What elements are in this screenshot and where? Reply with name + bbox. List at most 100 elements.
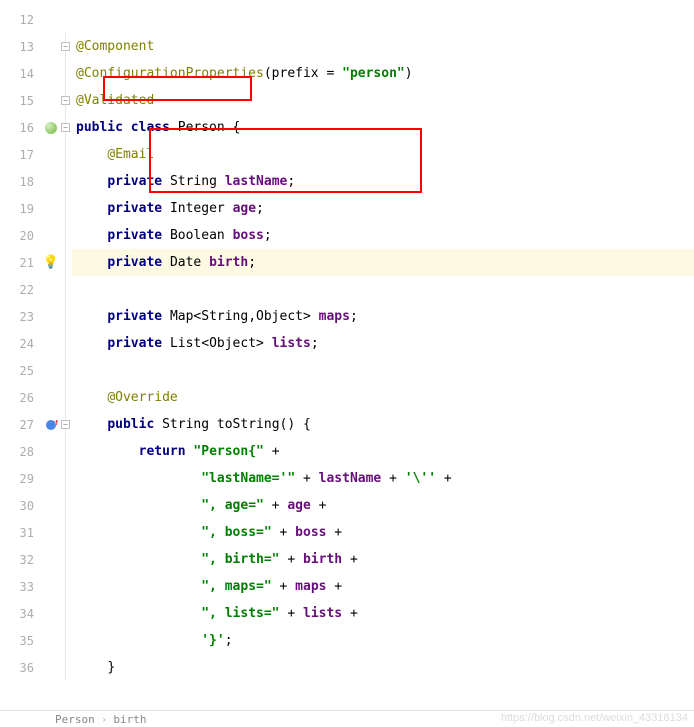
fold-cell xyxy=(60,492,72,519)
code-line[interactable]: "lastName='" + lastName + '\'' + xyxy=(72,465,694,492)
lightbulb-icon[interactable]: 💡 xyxy=(43,255,59,270)
gutter-icon-cell xyxy=(42,60,60,87)
breadcrumb-bar[interactable]: Person › birth xyxy=(0,710,694,727)
fold-toggle-icon[interactable]: − xyxy=(61,420,70,429)
code-line[interactable]: '}'; xyxy=(72,627,694,654)
fold-cell xyxy=(60,546,72,573)
fold-toggle-icon[interactable]: − xyxy=(61,123,70,132)
code-line[interactable] xyxy=(72,6,694,33)
code-token: @Override xyxy=(107,390,177,405)
fold-toggle-icon[interactable]: − xyxy=(61,96,70,105)
code-token: + xyxy=(326,525,342,540)
code-token: private xyxy=(107,228,170,243)
code-line[interactable]: ", birth=" + birth + xyxy=(72,546,694,573)
code-line[interactable]: ", boss=" + boss + xyxy=(72,519,694,546)
code-line[interactable]: @Component xyxy=(72,33,694,60)
gutter-icon-cell xyxy=(42,438,60,465)
code-token: ; xyxy=(350,309,358,324)
fold-cell xyxy=(60,330,72,357)
code-token: maps xyxy=(295,579,326,594)
gutter-icon-cell: 💡 xyxy=(42,249,60,276)
code-token: Integer xyxy=(170,201,233,216)
line-number: 28 xyxy=(0,438,42,465)
code-token: (prefix = xyxy=(264,66,342,81)
gutter-icon-cell xyxy=(42,330,60,357)
fold-cell xyxy=(60,6,72,33)
override-icon[interactable] xyxy=(46,420,56,430)
code-line[interactable] xyxy=(72,276,694,303)
gutter-icon-cell xyxy=(42,87,60,114)
line-number: 25 xyxy=(0,357,42,384)
fold-cell xyxy=(60,627,72,654)
fold-cell xyxy=(60,438,72,465)
code-token: "person" xyxy=(342,66,405,81)
code-token: + xyxy=(326,579,342,594)
code-editor[interactable]: 1213141516171819202122232425262728293031… xyxy=(0,0,694,710)
code-token: @Email xyxy=(107,147,154,162)
fold-cell xyxy=(60,141,72,168)
code-line[interactable]: } xyxy=(72,654,694,681)
gutter-icon-cell xyxy=(42,114,60,141)
line-number: 14 xyxy=(0,60,42,87)
gutter-icon-cell xyxy=(42,33,60,60)
code-line[interactable]: private String lastName; xyxy=(72,168,694,195)
code-line[interactable]: private Boolean boss; xyxy=(72,222,694,249)
code-line[interactable]: private Map<String,Object> maps; xyxy=(72,303,694,330)
code-content-area[interactable]: @Component@ConfigurationProperties(prefi… xyxy=(72,0,694,710)
code-token: "lastName='" xyxy=(201,471,295,486)
line-number: 29 xyxy=(0,465,42,492)
code-token: private xyxy=(107,201,170,216)
code-line[interactable]: private List<Object> lists; xyxy=(72,330,694,357)
code-token: List<Object> xyxy=(170,336,272,351)
line-number: 17 xyxy=(0,141,42,168)
code-line[interactable]: @Email xyxy=(72,141,694,168)
line-number: 19 xyxy=(0,195,42,222)
code-token: age xyxy=(287,498,310,513)
code-token: Date xyxy=(170,255,209,270)
line-number: 15 xyxy=(0,87,42,114)
code-line[interactable]: private Date birth; xyxy=(72,249,694,276)
code-token: } xyxy=(107,660,115,675)
code-line[interactable]: ", maps=" + maps + xyxy=(72,573,694,600)
code-line[interactable]: @Validated xyxy=(72,87,694,114)
breadcrumb-field[interactable]: birth xyxy=(113,713,146,726)
fold-cell xyxy=(60,249,72,276)
line-number: 35 xyxy=(0,627,42,654)
gutter-icon-column: 💡 xyxy=(42,0,60,710)
code-token: + xyxy=(272,579,295,594)
code-line[interactable]: @Override xyxy=(72,384,694,411)
code-line[interactable]: ", lists=" + lists + xyxy=(72,600,694,627)
fold-toggle-icon[interactable]: − xyxy=(61,42,70,51)
code-line[interactable]: @ConfigurationProperties(prefix = "perso… xyxy=(72,60,694,87)
code-token: ", boss=" xyxy=(201,525,271,540)
code-token: maps xyxy=(319,309,350,324)
code-line[interactable]: private Integer age; xyxy=(72,195,694,222)
code-token: toString xyxy=(217,417,280,432)
code-line[interactable]: public class Person { xyxy=(72,114,694,141)
gutter-icon-cell xyxy=(42,384,60,411)
code-token: return xyxy=(139,444,194,459)
fold-cell xyxy=(60,276,72,303)
code-token: age xyxy=(233,201,256,216)
code-token: boss xyxy=(295,525,326,540)
fold-cell xyxy=(60,654,72,681)
code-token: ) xyxy=(405,66,413,81)
line-number-gutter: 1213141516171819202122232425262728293031… xyxy=(0,0,42,710)
code-token: ", birth=" xyxy=(201,552,279,567)
fold-cell: − xyxy=(60,411,72,438)
code-token: ", maps=" xyxy=(201,579,271,594)
gutter-icon-cell xyxy=(42,222,60,249)
code-line[interactable]: ", age=" + age + xyxy=(72,492,694,519)
gutter-icon-cell xyxy=(42,6,60,33)
code-line[interactable] xyxy=(72,357,694,384)
code-token: ", lists=" xyxy=(201,606,279,621)
gutter-icon-cell xyxy=(42,276,60,303)
breadcrumb-class[interactable]: Person xyxy=(55,713,95,726)
code-line[interactable]: return "Person{" + xyxy=(72,438,694,465)
class-icon xyxy=(45,122,57,134)
code-token: Boolean xyxy=(170,228,233,243)
code-line[interactable]: public String toString() { xyxy=(72,411,694,438)
fold-cell xyxy=(60,384,72,411)
fold-cell xyxy=(60,573,72,600)
gutter-icon-cell xyxy=(42,654,60,681)
